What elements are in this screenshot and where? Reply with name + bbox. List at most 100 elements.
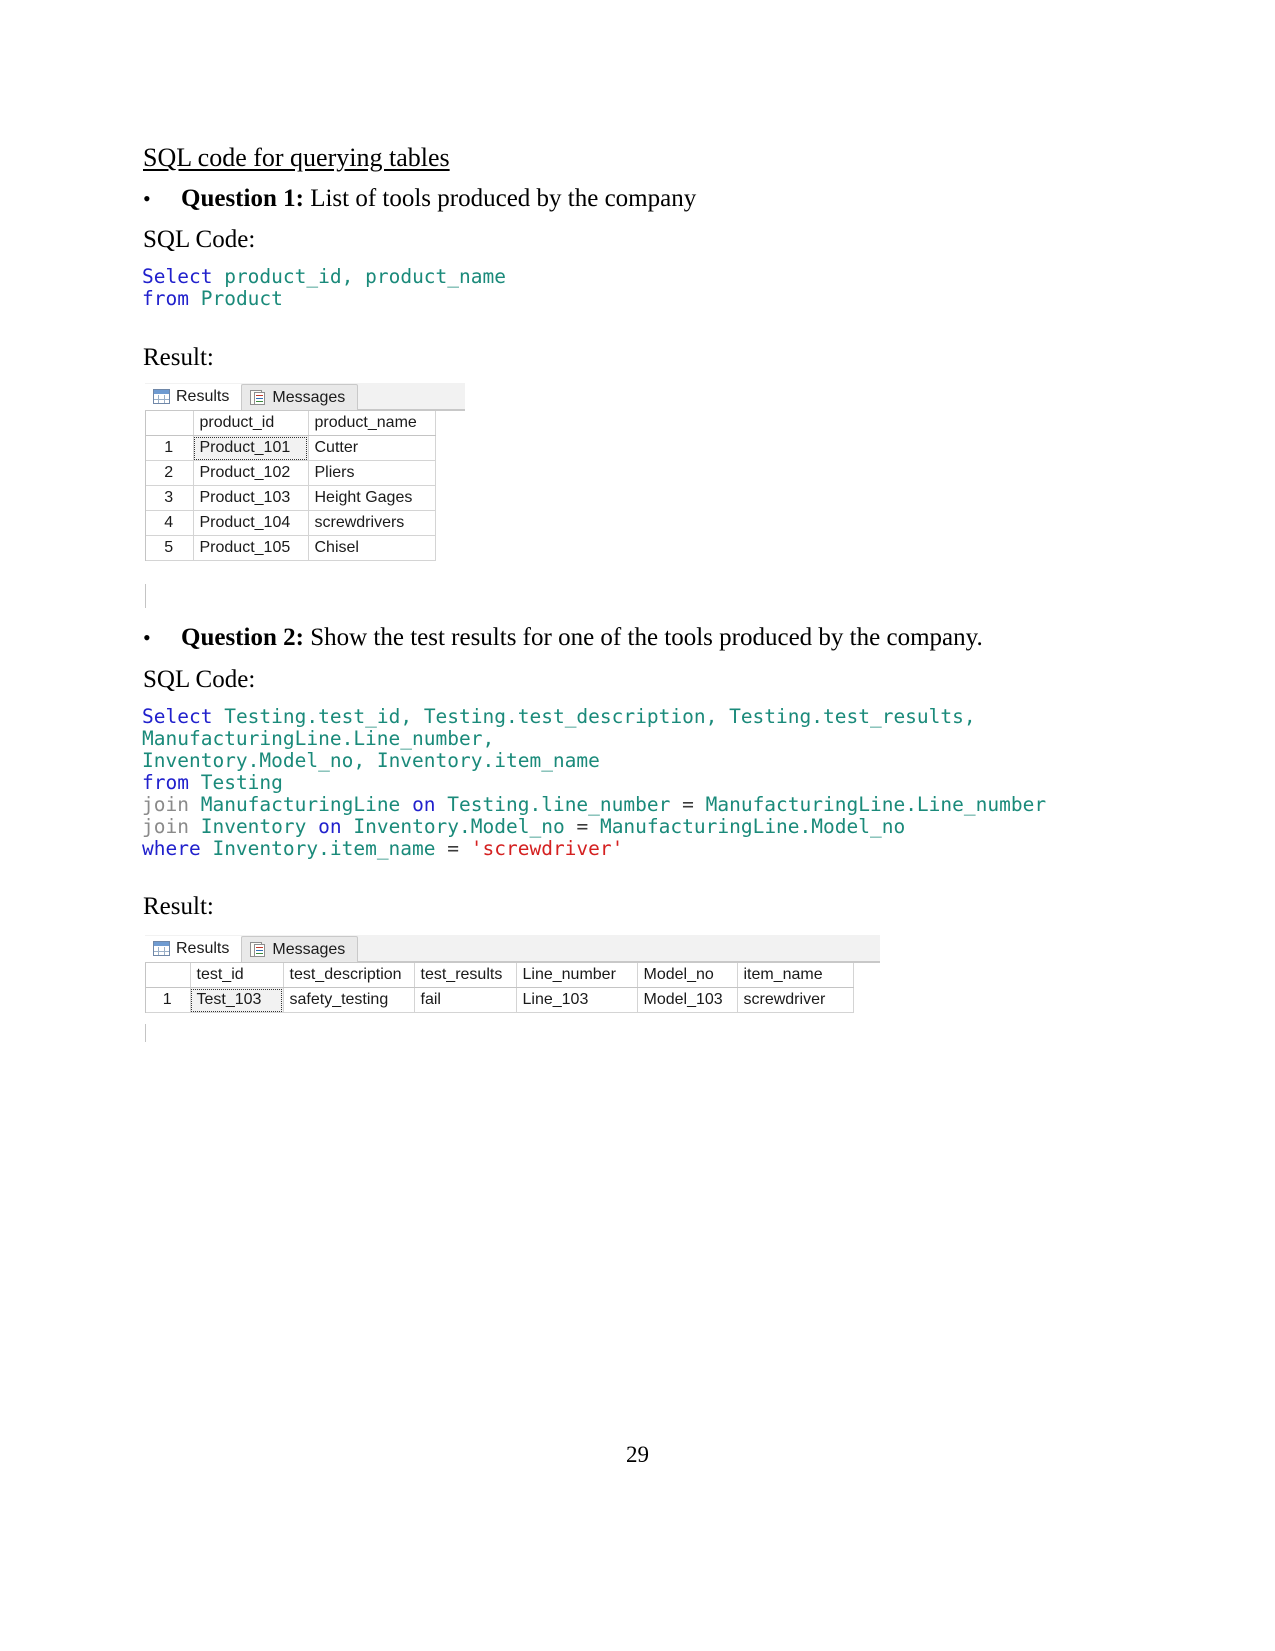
tab-results-1[interactable]: Results (145, 384, 242, 410)
cell-product-name[interactable]: Pliers (308, 460, 436, 486)
question-1-sql-code: Select product_id, product_name from Pro… (142, 266, 506, 310)
question-1-result-label: Result: (143, 344, 214, 371)
sql-identifier: Inventory.item_name (376, 749, 600, 772)
row-number: 5 (145, 535, 194, 561)
column-header-item-name[interactable]: item_name (737, 963, 854, 988)
cell-test-id[interactable]: Test_103 (190, 987, 284, 1013)
document-page: SQL code for querying tables • Question 1… (0, 0, 1275, 1651)
sql-operator: = (682, 793, 694, 816)
tab-messages-1[interactable]: Messages (241, 384, 359, 410)
sql-keyword-from: from (142, 771, 189, 794)
sql-string-literal: 'screwdriver' (470, 837, 624, 860)
column-header-test-description[interactable]: test_description (283, 963, 415, 988)
question-2-label: Question 2: (181, 624, 304, 651)
column-header-test-id[interactable]: test_id (190, 963, 284, 988)
results-panel-2: Results Messages test_id test_descriptio… (145, 935, 880, 1013)
results-grid-2[interactable]: test_id test_description test_results Li… (145, 963, 854, 1013)
bullet-icon: • (143, 625, 151, 650)
sql-punctuation: , (705, 705, 718, 728)
sql-keyword-from: from (142, 287, 189, 310)
table-row[interactable]: 1 Product_101 Cutter (145, 435, 436, 461)
sql-identifier: ManufacturingLine.Model_no (599, 815, 906, 838)
cell-product-id[interactable]: Product_102 (193, 460, 309, 486)
cell-product-name[interactable]: Cutter (308, 435, 436, 461)
cell-line-number[interactable]: Line_103 (516, 987, 638, 1013)
row-number: 2 (145, 460, 194, 486)
column-header-test-results[interactable]: test_results (414, 963, 517, 988)
table-header-row: test_id test_description test_results Li… (145, 963, 854, 988)
question-2-result-label: Result: (143, 893, 214, 920)
row-number: 1 (145, 987, 191, 1013)
sql-operator: = (447, 837, 460, 860)
cell-item-name[interactable]: screwdriver (737, 987, 854, 1013)
sql-identifier: product_id (224, 265, 342, 288)
sql-keyword-join: join (142, 793, 189, 816)
column-header-model-no[interactable]: Model_no (637, 963, 738, 988)
row-number: 4 (145, 510, 194, 536)
question-2-sql-code: Select Testing.test_id, Testing.test_des… (142, 706, 1046, 860)
table-row[interactable]: 3 Product_103 Height Gages (145, 485, 436, 511)
column-header-rownum (145, 411, 194, 436)
cell-product-id[interactable]: Product_103 (193, 485, 309, 511)
messages-icon (250, 389, 266, 406)
messages-icon (250, 941, 266, 958)
sql-identifier: Testing.test_results (729, 705, 964, 728)
cell-product-name[interactable]: screwdrivers (308, 510, 436, 536)
sql-punctuation: , (341, 265, 354, 288)
tab-results-2[interactable]: Results (145, 936, 242, 962)
tab-label: Results (176, 387, 230, 405)
sql-keyword-select: Select (142, 705, 213, 728)
grid-left-rail (145, 963, 146, 1013)
cell-model-no[interactable]: Model_103 (637, 987, 738, 1013)
question-2-heading: • Question 2: Show the test results for o… (143, 623, 983, 653)
sql-keyword-join: join (142, 815, 189, 838)
sql-punctuation: , (482, 727, 495, 750)
cell-product-id[interactable]: Product_105 (193, 535, 309, 561)
results-grid-wrap-1: product_id product_name 1 Product_101 Cu… (145, 411, 465, 561)
grid-icon (153, 389, 170, 404)
cell-product-id[interactable]: Product_104 (193, 510, 309, 536)
column-header-product-name[interactable]: product_name (308, 411, 436, 436)
tab-label: Messages (272, 388, 346, 406)
bullet-icon: • (143, 186, 151, 211)
cell-product-id[interactable]: Product_101 (193, 435, 309, 461)
sql-identifier: Testing.test_id (224, 705, 401, 728)
tab-messages-2[interactable]: Messages (241, 936, 359, 962)
sql-identifier: ManufacturingLine.Line_number (705, 793, 1047, 816)
results-grid-1[interactable]: product_id product_name 1 Product_101 Cu… (145, 411, 436, 561)
table-row[interactable]: 1 Test_103 safety_testing fail Line_103 … (145, 987, 854, 1013)
sql-keyword-on: on (412, 793, 436, 816)
tab-label: Messages (272, 940, 346, 958)
question-1-text: List of tools produced by the company (303, 185, 697, 212)
tab-label: Results (176, 939, 230, 957)
sql-keyword-on: on (318, 815, 342, 838)
column-header-line-number[interactable]: Line_number (516, 963, 638, 988)
cell-test-description[interactable]: safety_testing (283, 987, 415, 1013)
column-header-product-id[interactable]: product_id (193, 411, 309, 436)
question-2-text: Show the test results for one of the too… (303, 624, 983, 651)
sql-operator: = (576, 815, 589, 838)
sql-identifier: Inventory.Model_no (353, 815, 565, 838)
table-row[interactable]: 4 Product_104 screwdrivers (145, 510, 436, 536)
table-header-row: product_id product_name (145, 411, 436, 436)
grid-left-rail (145, 411, 146, 561)
grid-icon (153, 941, 170, 956)
grid-rail-extension-2 (145, 1024, 146, 1042)
sql-punctuation: , (353, 749, 366, 772)
table-row[interactable]: 2 Product_102 Pliers (145, 460, 436, 486)
cell-product-name[interactable]: Height Gages (308, 485, 436, 511)
question-1-sql-code-label: SQL Code: (143, 226, 256, 253)
table-row[interactable]: 5 Product_105 Chisel (145, 535, 436, 561)
row-number: 1 (145, 435, 194, 461)
question-1-heading: • Question 1: List of tools produced by t… (143, 184, 696, 214)
sql-identifier: Inventory.item_name (212, 837, 436, 860)
cell-product-name[interactable]: Chisel (308, 535, 436, 561)
sql-punctuation: , (963, 705, 976, 728)
results-panel-1: Results Messages product_id product_name… (145, 383, 465, 561)
sql-identifier: Testing.line_number (447, 793, 671, 816)
sql-punctuation: , (400, 705, 413, 728)
sql-keyword-select: Select (142, 265, 213, 288)
page-title: SQL code for querying tables (143, 143, 450, 172)
cell-test-results[interactable]: fail (414, 987, 517, 1013)
question-1-label: Question 1: (181, 185, 304, 212)
